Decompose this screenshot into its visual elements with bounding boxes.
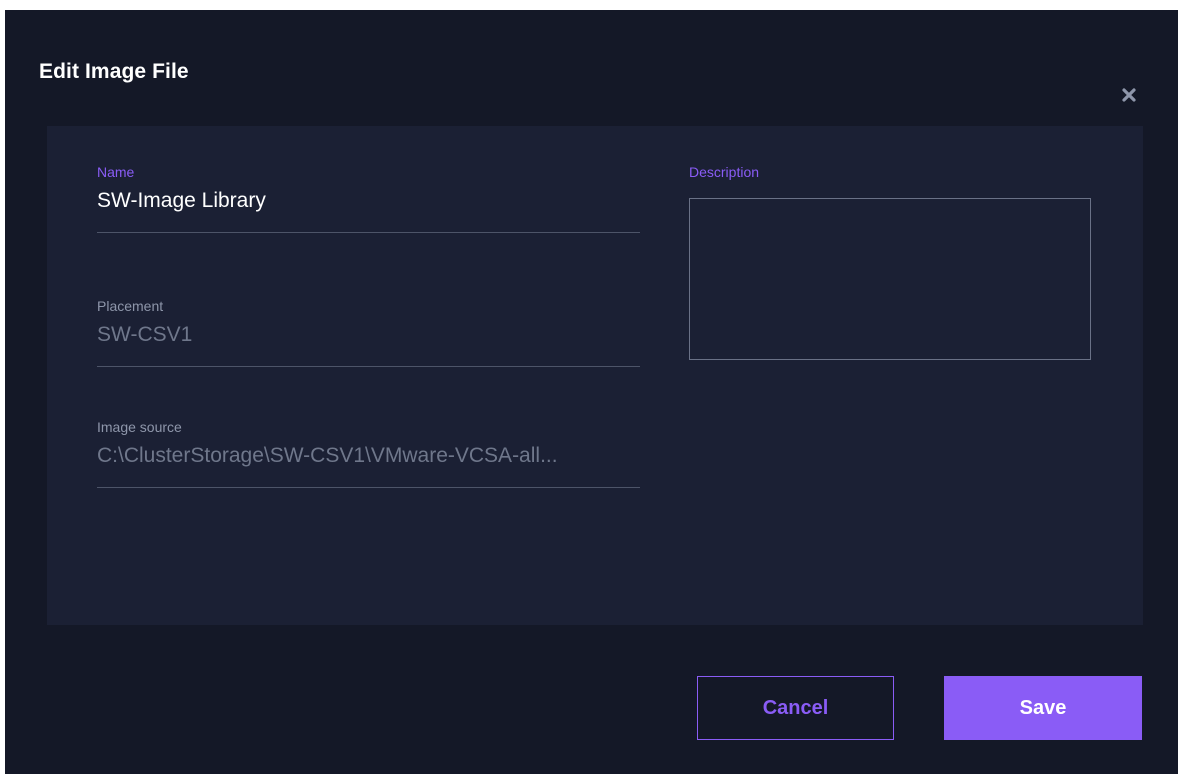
name-field[interactable]: Name SW-Image Library: [97, 164, 640, 244]
name-label: Name: [97, 164, 135, 180]
form-panel: Name SW-Image Library Placement SW-CSV1 …: [47, 126, 1143, 625]
description-label: Description: [689, 164, 760, 180]
image-source-label: Image source: [97, 419, 182, 435]
dialog-title: Edit Image File: [39, 60, 189, 83]
close-button[interactable]: [1118, 84, 1140, 106]
placement-field: Placement SW-CSV1: [97, 298, 640, 378]
placement-underline: [97, 366, 640, 367]
image-source-underline: [97, 487, 640, 488]
edit-image-file-dialog: Edit Image File Name SW-Image Library Pl…: [5, 10, 1178, 774]
description-textarea[interactable]: [689, 198, 1091, 360]
image-source-value: C:\ClusterStorage\SW-CSV1\VMware-VCSA-al…: [97, 444, 558, 467]
name-underline: [97, 232, 640, 233]
placement-value: SW-CSV1: [97, 323, 193, 346]
save-button[interactable]: Save: [944, 676, 1142, 740]
placement-label: Placement: [97, 298, 164, 314]
cancel-button[interactable]: Cancel: [697, 676, 894, 740]
close-icon: [1122, 88, 1136, 102]
name-input[interactable]: SW-Image Library: [97, 189, 640, 213]
image-source-field: Image source C:\ClusterStorage\SW-CSV1\V…: [97, 419, 640, 499]
